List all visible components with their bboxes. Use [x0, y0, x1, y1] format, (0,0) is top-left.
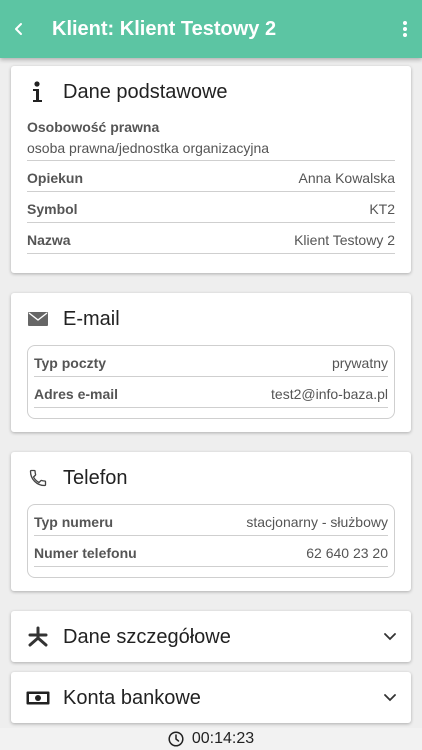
overflow-menu-button[interactable]	[388, 0, 422, 58]
legal-form-label: Osobowość prawna	[27, 119, 160, 135]
basic-info-title: Dane podstawowe	[63, 80, 228, 103]
name-value: Klient Testowy 2	[294, 232, 395, 248]
phone-header: Telefon	[11, 452, 411, 504]
chevron-down-icon[interactable]	[383, 691, 397, 705]
chevron-down-icon[interactable]	[383, 630, 397, 644]
legal-form-row: Osobowość prawna osoba prawna/jednostka …	[27, 118, 395, 161]
email-address-row: Adres e-mail test2@info-baza.pl	[34, 377, 388, 408]
caretaker-row: Opiekun Anna Kowalska	[27, 161, 395, 192]
money-bill-icon	[26, 686, 50, 710]
back-button[interactable]	[0, 0, 38, 58]
bank-accounts-header[interactable]: Konta bankowe	[11, 672, 411, 724]
arrow-left-icon	[15, 23, 22, 35]
symbol-row: Symbol KT2	[27, 192, 395, 223]
number-type-value: stacjonarny - służbowy	[246, 514, 388, 530]
session-timer: 00:14:23	[0, 728, 422, 750]
phone-number-value[interactable]: 62 640 23 20	[306, 545, 388, 561]
email-card: E-mail Typ poczty prywatny Adres e-mail …	[11, 293, 411, 432]
details-header[interactable]: Dane szczegółowe	[11, 611, 411, 663]
info-icon	[26, 80, 50, 104]
phone-card: Telefon Typ numeru stacjonarny - służbow…	[11, 452, 411, 591]
asterisk-icon	[26, 625, 50, 649]
basic-info-card: Dane podstawowe Osobowość prawna osoba p…	[11, 66, 411, 273]
details-title: Dane szczegółowe	[63, 625, 231, 648]
more-vert-icon	[403, 21, 407, 37]
mail-type-row: Typ poczty prywatny	[34, 346, 388, 377]
name-row: Nazwa Klient Testowy 2	[27, 223, 395, 254]
timer-value: 00:14:23	[191, 730, 255, 747]
phone-entry[interactable]: Typ numeru stacjonarny - służbowy Numer …	[27, 504, 395, 578]
phone-icon	[26, 466, 50, 490]
name-label: Nazwa	[27, 232, 71, 248]
basic-info-header: Dane podstawowe	[11, 66, 411, 118]
symbol-label: Symbol	[27, 201, 78, 217]
symbol-value: KT2	[369, 201, 395, 217]
bank-accounts-title: Konta bankowe	[63, 686, 201, 709]
mail-type-label: Typ poczty	[34, 355, 107, 371]
legal-form-value: osoba prawna/jednostka organizacyjna	[27, 140, 270, 156]
details-card[interactable]: Dane szczegółowe	[11, 611, 411, 662]
email-header: E-mail	[11, 293, 411, 345]
number-type-label: Typ numeru	[34, 514, 114, 530]
bank-accounts-card[interactable]: Konta bankowe	[11, 672, 411, 723]
app-bar: Klient: Klient Testowy 2	[0, 0, 422, 58]
page-title: Klient: Klient Testowy 2	[52, 17, 277, 40]
phone-number-label: Numer telefonu	[34, 545, 137, 561]
email-entry[interactable]: Typ poczty prywatny Adres e-mail test2@i…	[27, 345, 395, 419]
phone-number-row: Numer telefonu 62 640 23 20	[34, 536, 388, 567]
clock-icon	[168, 731, 184, 747]
email-title: E-mail	[63, 307, 120, 330]
email-address-value[interactable]: test2@info-baza.pl	[271, 386, 388, 402]
caretaker-label: Opiekun	[27, 170, 84, 186]
phone-title: Telefon	[63, 466, 128, 489]
envelope-icon	[26, 307, 50, 331]
email-address-label: Adres e-mail	[34, 386, 119, 402]
number-type-row: Typ numeru stacjonarny - służbowy	[34, 505, 388, 536]
caretaker-value: Anna Kowalska	[298, 170, 395, 186]
mail-type-value: prywatny	[331, 355, 388, 371]
